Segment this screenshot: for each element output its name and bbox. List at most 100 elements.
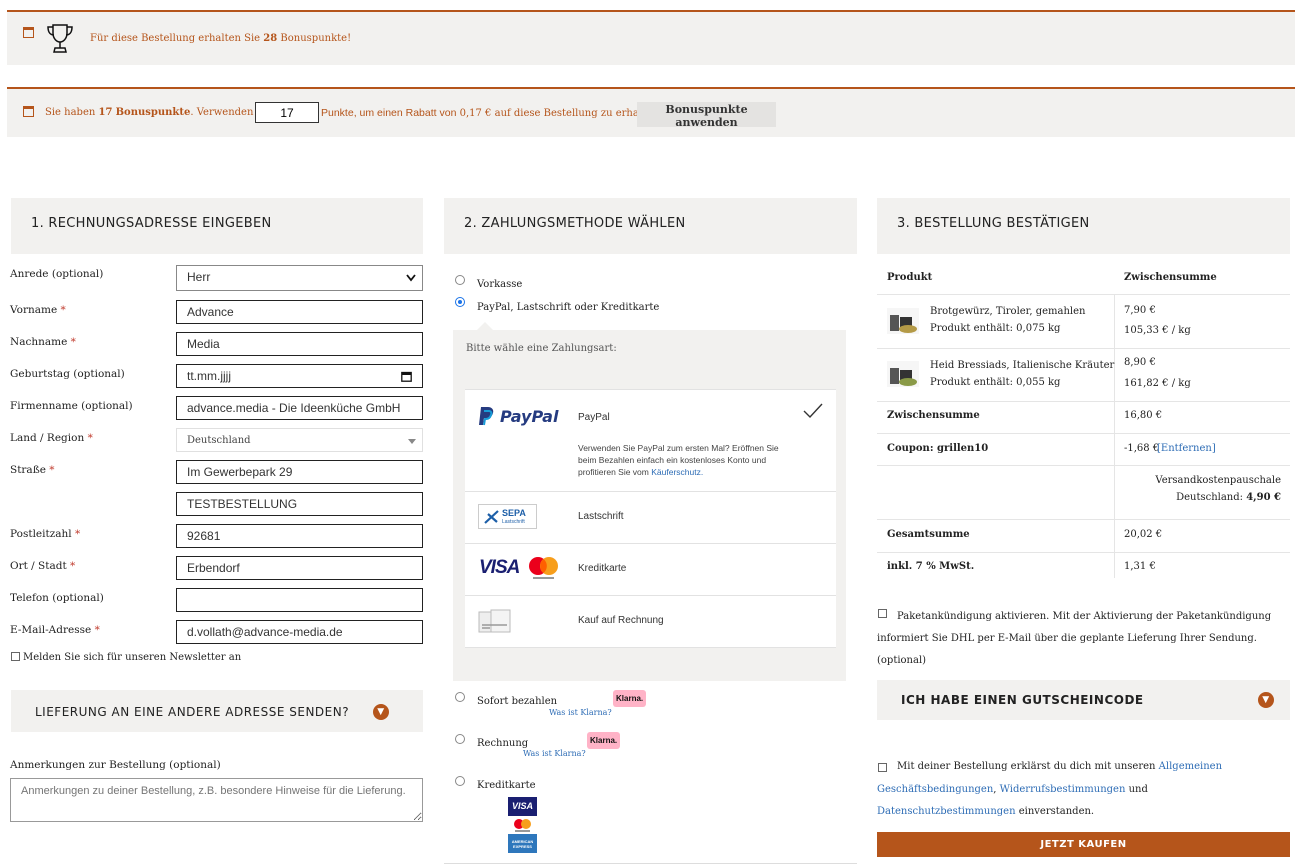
email-input[interactable]: d.vollath@advance-media.de — [176, 620, 423, 644]
item-name: Brotgewürz, Tiroler, gemahlen — [930, 306, 1086, 317]
apply-bonus-button[interactable]: Bonuspunkte anwenden — [637, 102, 776, 129]
item-unit-price: 161,82 € / kg — [1124, 378, 1191, 389]
lastschrift-name: Lastschrift — [578, 511, 624, 522]
bonus-use-points-label: Bonuspunkte — [115, 107, 191, 118]
bonus-use-points: 17 — [98, 107, 113, 118]
shipping-value: 4,90 € — [1246, 492, 1281, 503]
item-unit-price: 105,33 € / kg — [1124, 325, 1191, 336]
telefon-input[interactable] — [176, 588, 423, 612]
bonus-earn-text: Für diese Bestellung erhalten Sie 28 Bon… — [90, 33, 351, 44]
card-mastercard-icon — [508, 816, 537, 835]
lastschrift-method[interactable]: SEPA Lastschrift Lastschrift — [465, 492, 836, 544]
item-price: 8,90 € — [1124, 357, 1156, 368]
checkmark-icon — [803, 403, 823, 419]
kreditkarte-radio[interactable] — [455, 776, 465, 786]
rechnung-radio[interactable] — [455, 734, 465, 744]
table-divider — [877, 401, 1290, 402]
geburtstag-input[interactable]: tt.mm.jjjj — [176, 364, 423, 388]
paypal-method[interactable]: PayPal PayPal Verwenden Sie PayPal zum e… — [465, 389, 836, 492]
sepa-icon — [484, 510, 499, 524]
firma-input[interactable]: advance.media - Die Ideenküche GmbH — [176, 396, 423, 420]
sofort-radio[interactable] — [455, 692, 465, 702]
datenschutz-link[interactable]: Datenschutzbestimmungen — [877, 806, 1016, 817]
sofort-label: Sofort bezahlen — [477, 696, 558, 707]
calendar-icon[interactable] — [401, 371, 412, 382]
bonus-earn-prefix: Für diese Bestellung erhalten Sie — [90, 33, 261, 44]
item-price: 7,90 € — [1124, 305, 1156, 316]
payment-box-pointer — [476, 322, 494, 331]
coupon-remove-link[interactable]: [Entfernen] — [1157, 443, 1216, 454]
bonus-points-input[interactable] — [255, 102, 319, 123]
billing-heading: 1. RECHNUNGSADRESSE EINGEBEN — [11, 198, 423, 254]
telefon-label: Telefon (optional) — [10, 592, 104, 604]
invoice-icon — [478, 609, 511, 633]
table-divider — [877, 465, 1290, 466]
coupon-toggle-label: ICH HABE EINEN GUTSCHEINCODE — [901, 693, 1144, 707]
col-product-header: Produkt — [887, 272, 933, 283]
paypal-radio[interactable] — [455, 297, 465, 307]
buy-now-button[interactable]: JETZT KAUFEN — [877, 832, 1290, 857]
mastercard-icon — [529, 557, 558, 579]
newsletter-label: Melden Sie sich für unseren Newsletter a… — [23, 652, 242, 663]
table-divider — [877, 294, 1290, 295]
visa-logo: VISA — [479, 557, 520, 578]
strasse2-input[interactable]: TESTBESTELLUNG — [176, 492, 423, 516]
email-label: E-Mail-Adresse * — [10, 624, 100, 636]
table-divider — [877, 552, 1290, 553]
card-visa-icon: VISA — [508, 797, 537, 816]
vorname-input[interactable]: Advance — [176, 300, 423, 324]
sepa-logo: SEPA Lastschrift — [478, 504, 537, 529]
paypal-description: Verwenden Sie PayPal zum ersten Mal? Erö… — [578, 443, 779, 477]
ort-label: Ort / Stadt * — [10, 560, 76, 572]
land-value: Deutschland — [187, 435, 251, 446]
tax-value: 1,31 € — [1124, 561, 1156, 572]
col-subtotal-header: Zwischensumme — [1124, 272, 1217, 283]
payment-heading: 2. ZAHLUNGSMETHODE WÄHLEN — [444, 198, 857, 254]
nachname-input[interactable]: Media — [176, 332, 423, 356]
notice-icon — [23, 106, 34, 117]
newsletter-checkbox[interactable] — [11, 652, 20, 661]
kreditkarte-name: Kreditkarte — [578, 563, 627, 574]
vorname-label: Vorname * — [10, 304, 66, 316]
card-amex-icon: AMERICAN EXPRESS — [508, 834, 537, 853]
payment-prompt: Bitte wähle eine Zahlungsart: — [466, 343, 617, 354]
ort-input[interactable]: Erbendorf — [176, 556, 423, 580]
anrede-select[interactable]: Herr — [176, 265, 423, 291]
coupon-toggle[interactable]: ICH HABE EINEN GUTSCHEINCODE ▼ — [877, 680, 1290, 720]
vorkasse-label: Vorkasse — [477, 279, 523, 290]
summary-heading: 3. BESTELLUNG BESTÄTIGEN — [877, 198, 1290, 254]
trophy-icon — [47, 24, 73, 53]
kreditkarte-method[interactable]: VISA Kreditkarte — [465, 544, 836, 596]
bonus-earn-suffix: Bonuspunkte! — [280, 33, 352, 44]
klarna-info-link[interactable]: Was ist Klarna? — [549, 708, 612, 717]
paypal-logo-icon — [479, 407, 494, 426]
tax-label: inkl. 7 % MwSt. — [887, 561, 975, 572]
geburtstag-placeholder: tt.mm.jjjj — [187, 369, 231, 383]
firma-label: Firmenname (optional) — [10, 400, 133, 412]
bonus-use-notice: Sie haben 17 Bonuspunkte. Verwenden Sie … — [7, 87, 1295, 137]
shipping-toggle[interactable]: LIEFERUNG AN EINE ANDERE ADRESSE SENDEN?… — [11, 690, 423, 732]
rechnung-kauf-method[interactable]: Kauf auf Rechnung — [465, 596, 836, 648]
land-select[interactable]: Deutschland — [176, 428, 423, 452]
strasse-input[interactable]: Im Gewerbepark 29 — [176, 460, 423, 484]
table-column-divider — [1114, 295, 1115, 578]
item-content: Produkt enthält: 0,075 kg — [930, 323, 1061, 334]
bonus-use-text-2: Punkte, um einen Rabatt von 0,17 € auf d… — [321, 107, 662, 119]
product-thumbnail — [887, 308, 919, 334]
rechnung-kauf-name: Kauf auf Rechnung — [578, 615, 664, 626]
notes-label: Anmerkungen zur Bestellung (optional) — [10, 759, 221, 771]
vorkasse-radio[interactable] — [455, 275, 465, 285]
plz-input[interactable]: 92681 — [176, 524, 423, 548]
klarna-info-link[interactable]: Was ist Klarna? — [523, 749, 586, 758]
coupon-value: -1,68 € — [1124, 443, 1160, 454]
anrede-value: Herr — [187, 270, 211, 284]
rechnung-label: Rechnung — [477, 738, 529, 749]
bonus-use-text: Sie haben 17 Bonuspunkte. Verwenden Sie — [45, 107, 273, 118]
terms-text: Mit deiner Bestellung erklärst du dich m… — [877, 761, 1223, 817]
anrede-label: Anrede (optional) — [10, 268, 104, 280]
widerruf-link[interactable]: Widerrufsbestimmungen — [1000, 784, 1126, 795]
notes-textarea[interactable] — [10, 778, 423, 822]
klarna-badge: Klarna. — [613, 690, 647, 707]
table-divider — [877, 348, 1290, 349]
kaeuferschutz-link[interactable]: Käuferschutz. — [651, 467, 703, 477]
